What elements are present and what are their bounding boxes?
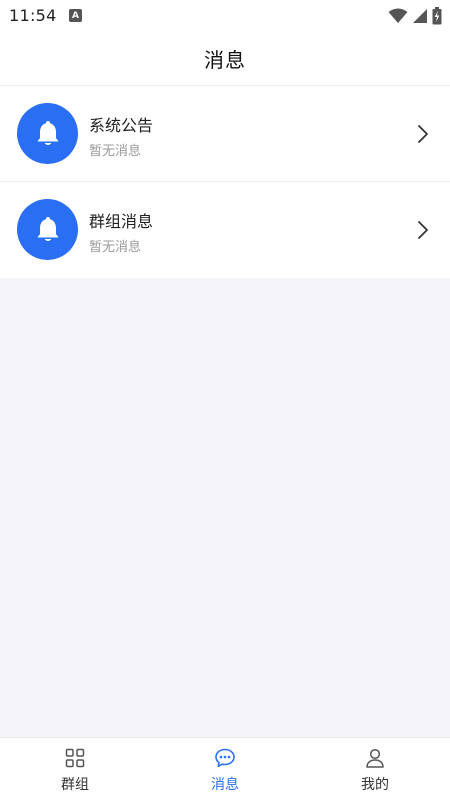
status-indicators [388,7,442,25]
page-title: 消息 [204,48,246,72]
message-item-title: 系统公告 [89,116,154,135]
wifi-icon [388,8,408,23]
person-icon [366,748,384,768]
cell-signal-icon [413,9,427,23]
status-bar: 11:54 A [0,0,450,32]
tab-label: 我的 [361,777,389,793]
chevron-right-icon [418,221,428,239]
tab-groups[interactable]: 群组 [0,738,150,800]
message-item-subtitle: 暂无消息 [89,144,142,159]
status-time: 11:54 [9,6,57,25]
avatar [17,199,78,260]
tab-profile[interactable]: 我的 [300,738,450,800]
message-list: 系统公告 暂无消息 群组消息 暂无消息 [0,86,450,278]
message-item-title: 群组消息 [89,212,154,231]
chevron-right-icon [418,125,428,143]
message-item-system-notice[interactable]: 系统公告 暂无消息 [0,86,450,182]
tab-messages[interactable]: 消息 [150,738,300,800]
header: 消息 [0,32,450,86]
tab-label: 消息 [211,777,239,793]
chat-bubble-icon [215,748,235,768]
bell-icon [37,216,58,241]
battery-icon [432,7,442,25]
message-item-subtitle: 暂无消息 [89,240,142,255]
grid-icon [65,748,85,768]
notification-a-icon: A [69,9,82,22]
avatar [17,103,78,164]
tab-bar: 群组 消息 我的 [0,737,450,800]
bell-icon [37,120,58,145]
message-item-group-messages[interactable]: 群组消息 暂无消息 [0,182,450,278]
tab-label: 群组 [61,777,89,793]
